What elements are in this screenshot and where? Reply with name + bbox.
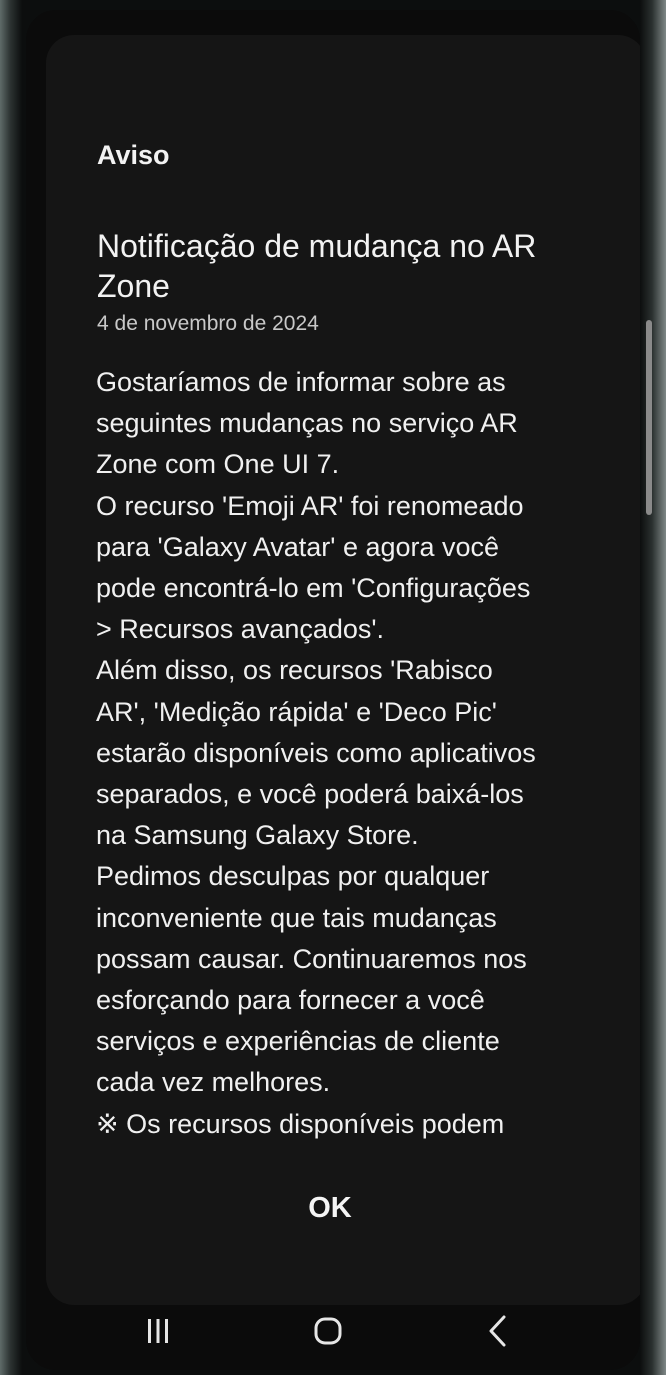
home-icon (314, 1317, 342, 1345)
recents-button[interactable] (128, 1306, 188, 1356)
scrollbar[interactable] (646, 320, 652, 515)
notice-body: Gostaríamos de informar sobre as seguint… (96, 367, 536, 1139)
phone-device: Aviso Notificação de mudança no AR Zone … (0, 0, 666, 1375)
navigation-bar (0, 1296, 666, 1375)
notice-scroll-area[interactable]: Gostaríamos de informar sobre as seguint… (88, 362, 598, 1152)
ok-button[interactable]: OK (270, 1180, 390, 1236)
back-button[interactable] (468, 1306, 528, 1356)
home-button[interactable] (298, 1306, 358, 1356)
recents-icon (148, 1319, 168, 1343)
notice-date: 4 de novembro de 2024 (97, 312, 319, 335)
dialog-header: Aviso (97, 140, 170, 170)
back-icon (489, 1315, 506, 1347)
notice-title: Notificação de mudança no AR Zone (97, 228, 537, 304)
